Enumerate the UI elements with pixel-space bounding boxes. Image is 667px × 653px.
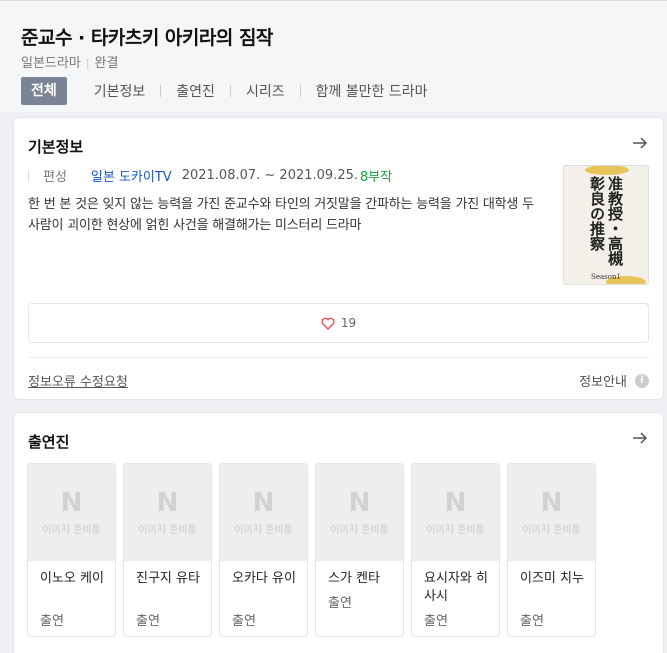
tab-cast[interactable]: 출연진 [176,81,215,101]
cast-role: 출연 [40,614,64,629]
info-icon: i [635,373,649,388]
cast-role: 출연 [232,614,256,629]
tab-divider [160,85,162,97]
cast-photo-placeholder: N 이미지 준비중 [316,464,403,561]
heart-icon [321,317,335,330]
cast-title: 출연진 [28,433,70,451]
genre-label: 일본드라마 [21,56,81,71]
cast-name: 요시자와 히사시 [424,571,488,604]
cast-role: 출연 [136,614,160,629]
cast-member[interactable]: N 이미지 준비중 진구지 유타 출연 [123,463,212,637]
tab-bar: 전체 기본정보 출연진 시리즈 함께 볼만한 드라마 [21,77,428,105]
tab-basic-info[interactable]: 기본정보 [94,81,146,101]
basic-info-card: 기본정보 편성 일본 도카이TV 2021.08.07. ~ 2021.09.2… [13,117,664,400]
like-count: 19 [340,316,357,330]
cast-photo-placeholder: N 이미지 준비중 [28,464,115,561]
report-error-link[interactable]: 정보오류 수정요청 [28,371,128,390]
cast-photo-placeholder: N 이미지 준비중 [124,464,211,561]
cast-member[interactable]: N 이미지 준비중 이노오 케이 출연 [27,463,116,637]
cast-name: 이즈미 치누 [520,571,584,586]
cast-member[interactable]: N 이미지 준비중 스가 켄타 출연 [315,463,404,637]
cast-name: 진구지 유타 [136,571,200,586]
poster-season: Season1 [591,273,621,281]
arrow-right-icon[interactable] [631,429,649,447]
synopsis: 한 번 본 것은 잊지 않는 능력을 가진 준교수와 타인의 거짓말을 간파하는… [28,197,534,233]
cast-photo-placeholder: N 이미지 준비중 [508,464,595,561]
tab-divider [299,85,301,97]
cast-list: N 이미지 준비중 이노오 케이 출연 N 이미지 준비중 진구지 유타 출연 … [27,463,603,637]
info-guide[interactable]: 정보안내 i [579,371,649,390]
cast-role: 출연 [328,596,352,611]
cast-member[interactable]: N 이미지 준비중 요시자와 히사시 출연 [411,463,500,637]
cast-member[interactable]: N 이미지 준비중 오카다 유이 출연 [219,463,308,637]
poster-title: 准教授・高槻彰良の推察 [588,176,624,266]
schedule-row: 편성 일본 도카이TV 2021.08.07. ~ 2021.09.25. 8부… [28,166,392,185]
info-guide-label: 정보안내 [579,375,627,390]
tab-recommended[interactable]: 함께 볼만한 드라마 [316,81,428,101]
tab-series[interactable]: 시리즈 [246,81,285,101]
cast-name: 오카다 유이 [232,571,296,586]
meta-info: 일본드라마 | 완결 [21,52,118,71]
like-button[interactable]: 19 [28,303,649,343]
page-header: 준교수 · 타카츠키 아키라의 짐작 일본드라마 | 완결 전체 기본정보 출연진 … [0,0,667,112]
cast-role: 출연 [520,614,544,629]
tab-all[interactable]: 전체 [21,77,67,105]
network-link[interactable]: 일본 도카이TV [91,166,172,185]
cast-photo-placeholder: N 이미지 준비중 [412,464,499,561]
page-title: 준교수 · 타카츠키 아키라의 짐작 [21,27,273,49]
cast-member[interactable]: N 이미지 준비중 이즈미 치누 출연 [507,463,596,637]
cast-card: 출연진 N 이미지 준비중 이노오 케이 출연 N 이미지 준비중 진구지 유타… [13,412,664,653]
meta-divider: | [85,57,90,70]
basic-info-title: 기본정보 [28,138,84,156]
status-label: 완결 [94,56,119,71]
cast-photo-placeholder: N 이미지 준비중 [220,464,307,561]
arrow-right-icon[interactable] [631,134,649,152]
cast-name: 이노오 케이 [40,571,104,586]
cast-name: 스가 켄타 [328,571,380,586]
schedule-label: 편성 [43,170,67,185]
divider [28,357,649,358]
air-dates: 2021.08.07. ~ 2021.09.25. [181,168,358,183]
cast-role: 출연 [424,614,448,629]
poster-image[interactable]: 准教授・高槻彰良の推察 Season1 [563,165,649,285]
tab-divider [229,85,231,97]
episode-count: 8부작 [360,170,393,185]
